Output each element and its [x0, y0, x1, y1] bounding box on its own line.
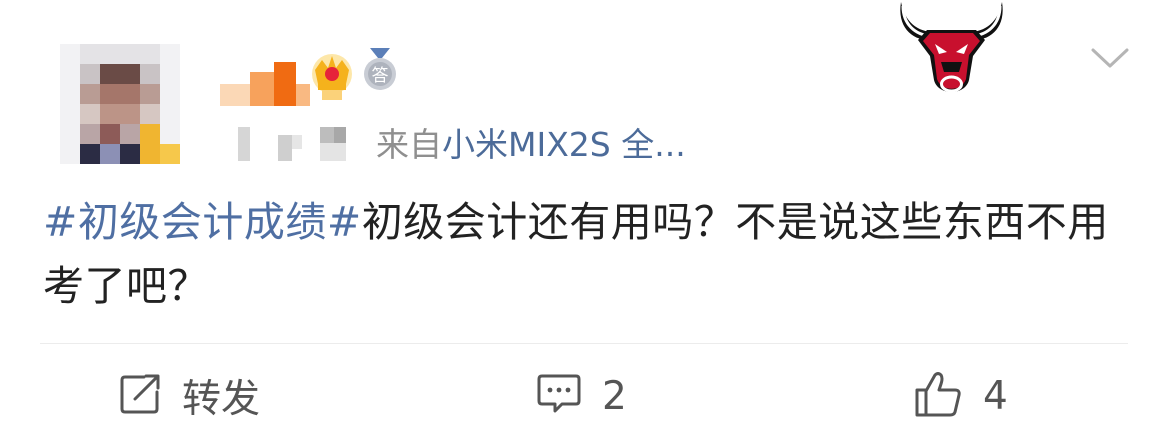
repost-button[interactable]: 转发: [118, 366, 260, 426]
svg-text:答: 答: [372, 66, 389, 86]
chevron-down-icon[interactable]: [1090, 46, 1130, 70]
thumbs-up-icon: [913, 369, 963, 423]
post-text: #初级会计成绩#初级会计还有用吗？不是说这些东西不用考了吧？: [43, 190, 1133, 318]
medal-icon: 答: [362, 48, 398, 92]
username[interactable]: [220, 62, 310, 106]
source-device-link[interactable]: 小米MIX2S 全...: [442, 125, 686, 164]
repost-icon: [118, 372, 162, 420]
like-count: 4: [983, 373, 1008, 419]
comment-icon: [536, 371, 582, 421]
bulls-logo-icon: [895, 0, 1008, 102]
post-source: 来自小米MIX2S 全...: [376, 118, 686, 166]
topic-tag-link[interactable]: #初级会计成绩#: [43, 198, 362, 246]
comment-button[interactable]: 2: [536, 366, 627, 426]
repost-label: 转发: [182, 377, 261, 422]
crown-icon: [308, 50, 356, 102]
avatar[interactable]: [60, 44, 180, 164]
divider: [40, 343, 1128, 344]
source-prefix: 来自: [376, 125, 442, 164]
post-time: [238, 125, 363, 163]
like-button[interactable]: 4: [913, 366, 1008, 426]
comment-count: 2: [602, 373, 627, 419]
